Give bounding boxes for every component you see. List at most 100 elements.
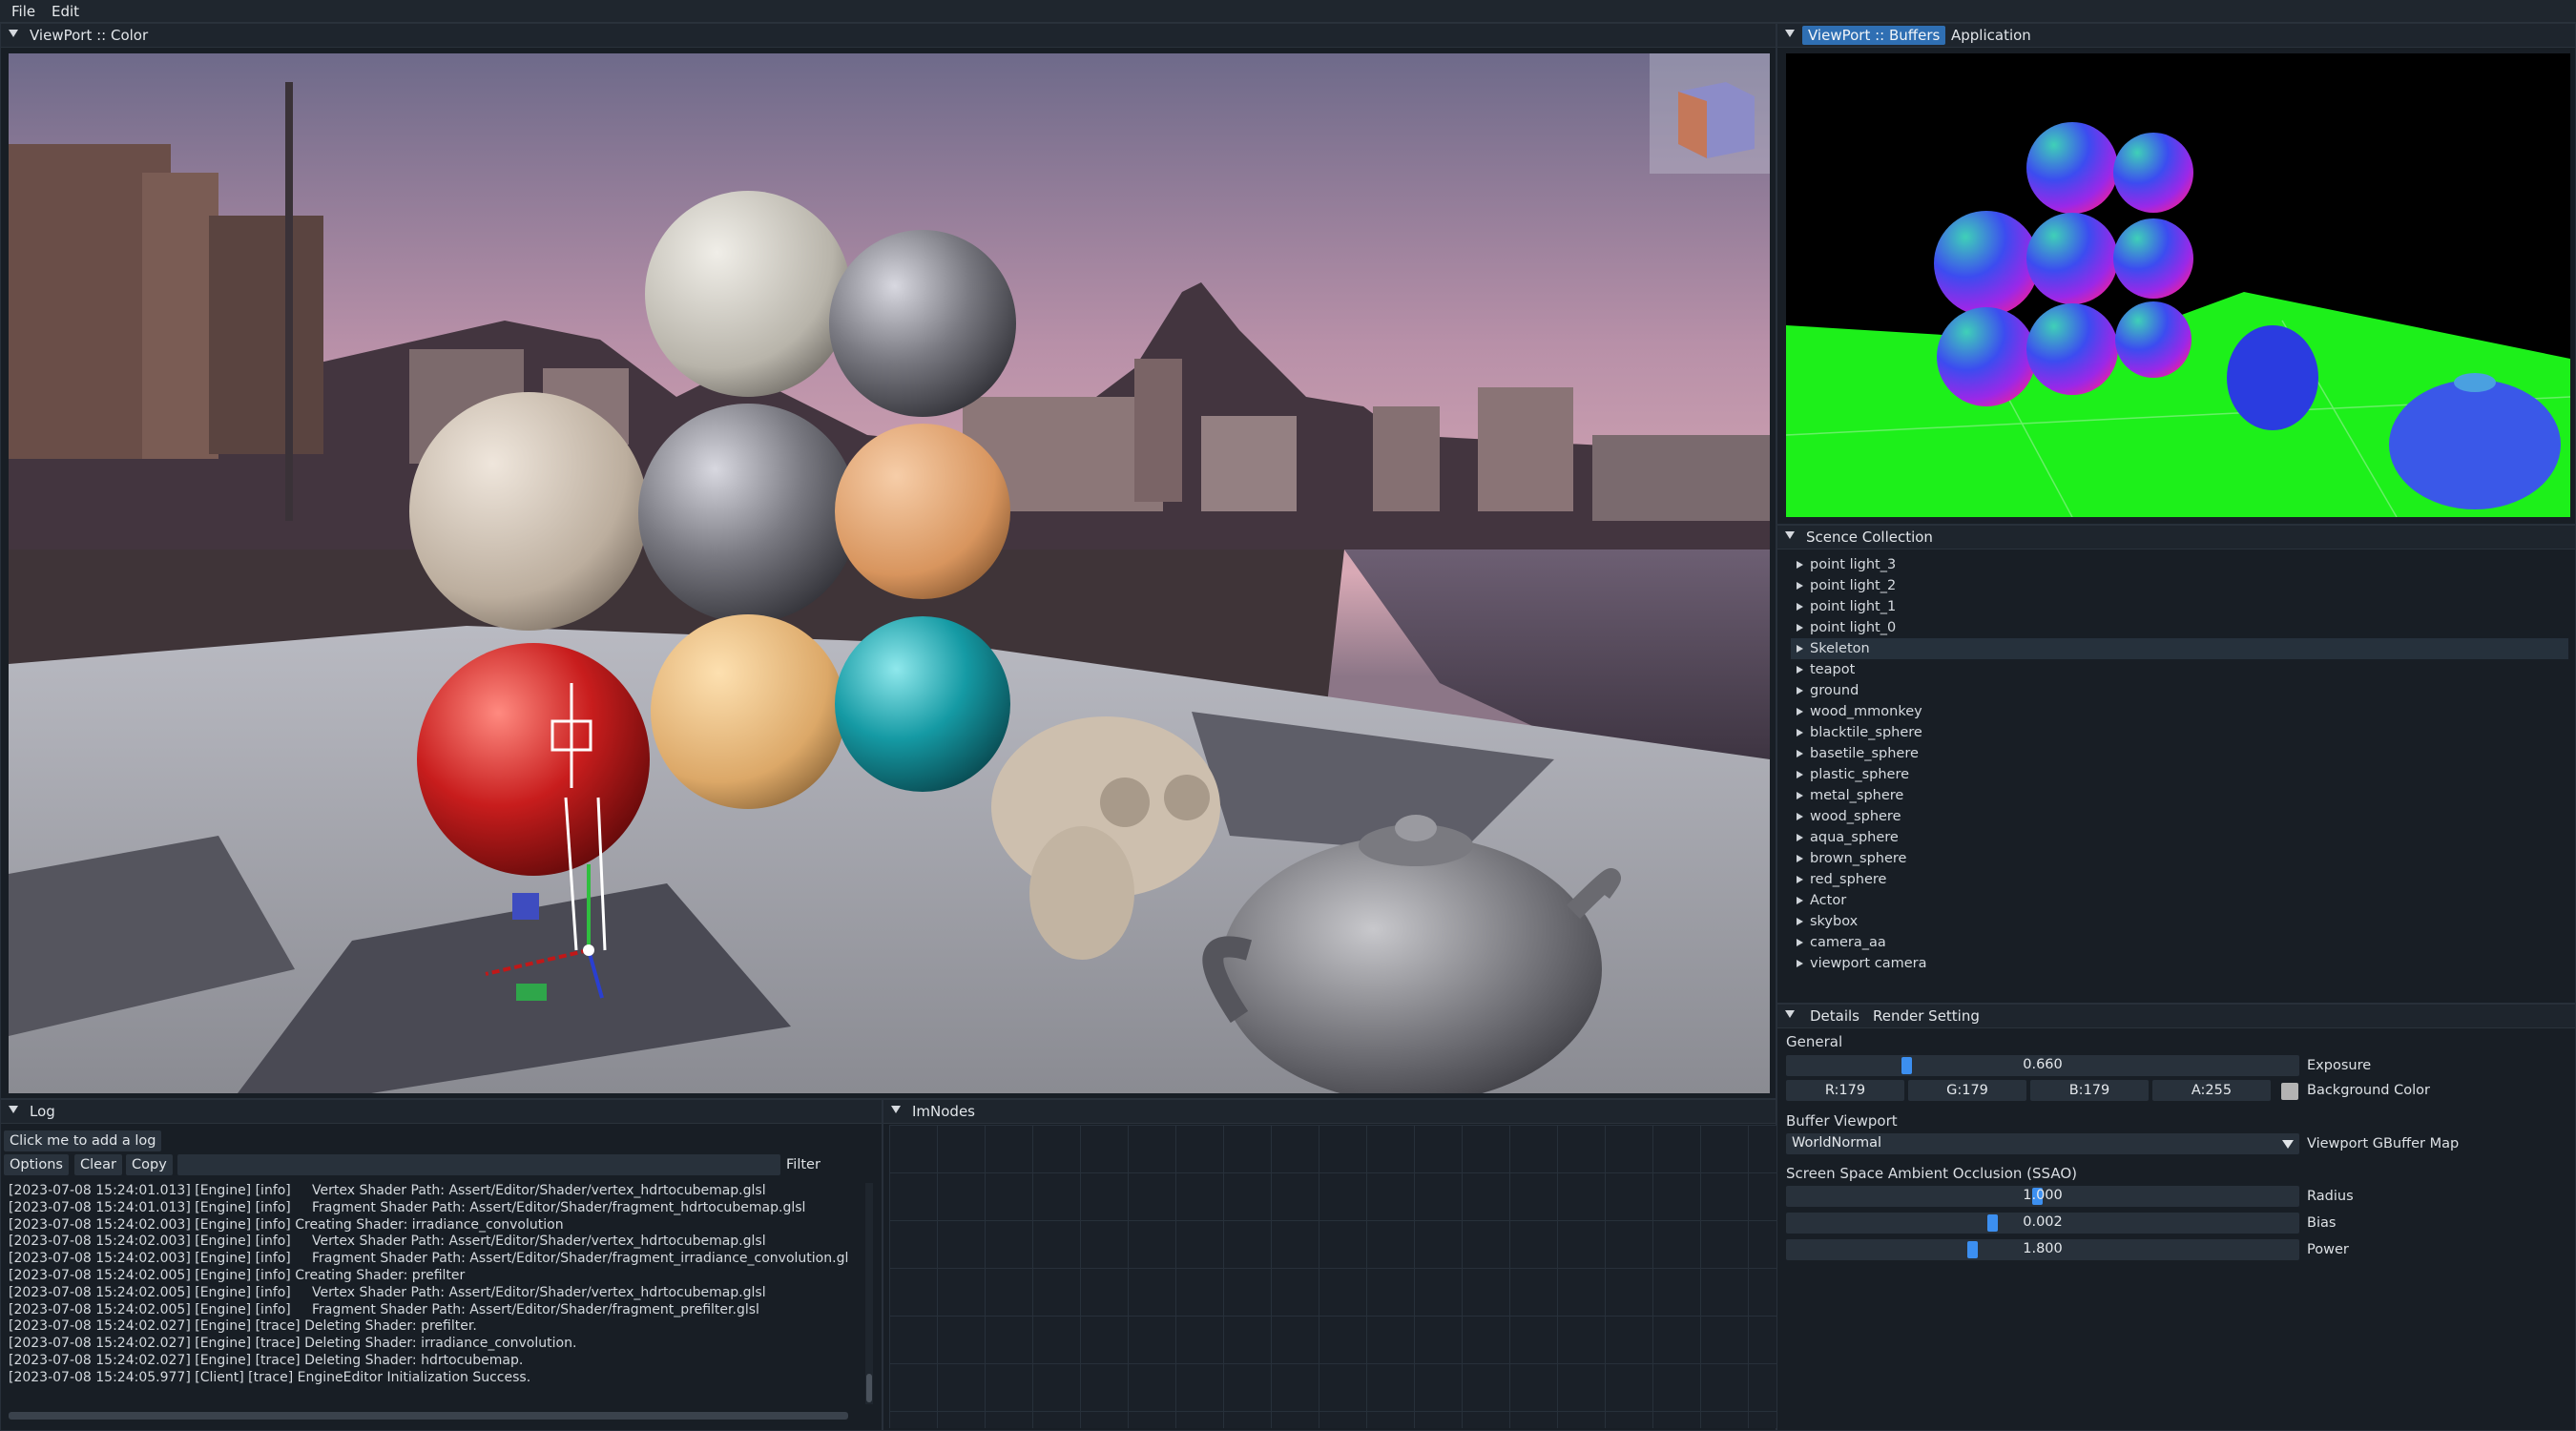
log-vertical-scroll-thumb[interactable] <box>866 1374 872 1402</box>
expand-arrow-icon[interactable] <box>1797 687 1803 695</box>
tree-item[interactable]: Skeleton <box>1791 638 2568 659</box>
node-editor-canvas[interactable] <box>889 1125 1776 1428</box>
expand-arrow-icon[interactable] <box>1797 603 1803 611</box>
tree-item[interactable]: wood_mmonkey <box>1791 701 2568 722</box>
bg-color-a[interactable]: A:255 <box>2152 1080 2271 1101</box>
power-slider[interactable]: 1.800 <box>1786 1239 2299 1260</box>
expand-arrow-icon[interactable] <box>1797 792 1803 799</box>
tab-render-setting[interactable]: Render Setting <box>1867 1006 1985 1026</box>
expand-arrow-icon[interactable] <box>1797 729 1803 736</box>
expand-arrow-icon[interactable] <box>1797 645 1803 653</box>
metal-sphere-top[interactable] <box>829 230 1016 417</box>
expand-arrow-icon[interactable] <box>1797 960 1803 967</box>
clear-button[interactable]: Clear <box>74 1154 122 1175</box>
radius-slider[interactable]: 1.000 <box>1786 1186 2299 1207</box>
tree-item[interactable]: camera_aa <box>1791 932 2568 953</box>
aqua-sphere[interactable] <box>835 616 1010 792</box>
log-line: [2023-07-08 15:24:02.003] [Engine] [info… <box>9 1216 564 1233</box>
tree-item-label: point light_2 <box>1810 578 1897 593</box>
viewport-color-title: ViewPort :: Color <box>30 27 149 44</box>
bias-slider[interactable]: 0.002 <box>1786 1213 2299 1234</box>
log-line: [2023-07-08 15:24:02.027] [Engine] [trac… <box>9 1318 477 1335</box>
exposure-value: 0.660 <box>2023 1057 2063 1072</box>
tree-item-label: wood_sphere <box>1810 809 1901 824</box>
viewport-color-render[interactable] <box>9 53 1770 1093</box>
log-horizontal-scrollbar[interactable] <box>9 1412 848 1420</box>
collapse-arrow-icon[interactable] <box>1785 531 1795 539</box>
log-line: [2023-07-08 15:24:02.003] [Engine] [info… <box>9 1251 849 1267</box>
tree-item[interactable]: point light_3 <box>1791 554 2568 575</box>
menu-edit[interactable]: Edit <box>52 3 79 20</box>
tree-item[interactable]: skybox <box>1791 911 2568 932</box>
expand-arrow-icon[interactable] <box>1797 561 1803 569</box>
tab-viewport-buffers[interactable]: ViewPort :: Buffers <box>1802 26 1946 45</box>
expand-arrow-icon[interactable] <box>1797 939 1803 946</box>
expand-arrow-icon[interactable] <box>1797 897 1803 904</box>
expand-arrow-icon[interactable] <box>1797 834 1803 841</box>
tree-item-label: skybox <box>1810 914 1859 929</box>
log-line: [2023-07-08 15:24:02.005] [Engine] [info… <box>9 1301 759 1317</box>
metal-sphere[interactable] <box>638 404 858 623</box>
expand-arrow-icon[interactable] <box>1797 582 1803 590</box>
tree-item[interactable]: aqua_sphere <box>1791 827 2568 848</box>
expand-arrow-icon[interactable] <box>1797 750 1803 757</box>
tree-item[interactable]: brown_sphere <box>1791 848 2568 869</box>
tree-item[interactable]: viewport camera <box>1791 953 2568 974</box>
collapse-arrow-icon[interactable] <box>1785 30 1795 37</box>
viewport-buffers-render[interactable] <box>1786 53 2570 517</box>
bg-color-r[interactable]: R:179 <box>1786 1080 1904 1101</box>
tab-details[interactable]: Details <box>1804 1006 1865 1026</box>
collapse-arrow-icon[interactable] <box>9 1106 18 1113</box>
collapse-arrow-icon[interactable] <box>9 30 18 37</box>
tree-item[interactable]: ground <box>1791 680 2568 701</box>
options-button[interactable]: Options <box>4 1154 69 1175</box>
bias-value: 0.002 <box>2023 1214 2063 1230</box>
filter-input[interactable] <box>177 1154 780 1175</box>
bg-color-b[interactable]: B:179 <box>2030 1080 2149 1101</box>
expand-arrow-icon[interactable] <box>1797 876 1803 883</box>
expand-arrow-icon[interactable] <box>1797 771 1803 778</box>
expand-arrow-icon[interactable] <box>1797 918 1803 925</box>
expand-arrow-icon[interactable] <box>1797 708 1803 716</box>
red-sphere[interactable] <box>417 643 650 876</box>
tree-item[interactable]: red_sphere <box>1791 869 2568 890</box>
collapse-arrow-icon[interactable] <box>891 1106 901 1113</box>
chevron-down-icon[interactable] <box>2282 1140 2294 1149</box>
tree-item[interactable]: point light_1 <box>1791 596 2568 617</box>
scene-collection-title: Scence Collection <box>1806 529 1933 546</box>
tree-item[interactable]: point light_0 <box>1791 617 2568 638</box>
teapot-model[interactable] <box>1220 836 1602 1093</box>
exposure-slider[interactable]: 0.660 <box>1786 1055 2299 1076</box>
expand-arrow-icon[interactable] <box>1797 624 1803 632</box>
tree-item-label: point light_1 <box>1810 599 1897 614</box>
brown-sphere[interactable] <box>651 614 845 809</box>
log-vertical-scrollbar[interactable] <box>865 1183 873 1404</box>
tree-item[interactable]: metal_sphere <box>1791 785 2568 806</box>
tree-item-label: point light_3 <box>1810 557 1897 572</box>
collapse-arrow-icon[interactable] <box>1785 1010 1795 1018</box>
bg-color-swatch[interactable] <box>2281 1083 2298 1100</box>
log-line: [2023-07-08 15:24:01.013] [Engine] [info… <box>9 1199 806 1215</box>
blacktile-sphere[interactable] <box>645 191 851 397</box>
menu-file[interactable]: File <box>11 3 35 20</box>
tree-item[interactable]: point light_2 <box>1791 575 2568 596</box>
tab-application[interactable]: Application <box>1945 26 2037 45</box>
gbuffer-combo[interactable]: WorldNormal <box>1786 1133 2299 1154</box>
wood-sphere[interactable] <box>409 392 648 631</box>
tree-item[interactable]: Actor <box>1791 890 2568 911</box>
copy-button[interactable]: Copy <box>126 1154 173 1175</box>
tree-item-label: aqua_sphere <box>1810 830 1899 845</box>
expand-arrow-icon[interactable] <box>1797 813 1803 820</box>
tree-item[interactable]: teapot <box>1791 659 2568 680</box>
scene-titlebar: Scence Collection <box>1777 526 2575 550</box>
expand-arrow-icon[interactable] <box>1797 855 1803 862</box>
tree-item[interactable]: plastic_sphere <box>1791 764 2568 785</box>
tree-item[interactable]: basetile_sphere <box>1791 743 2568 764</box>
add-log-button[interactable]: Click me to add a log <box>4 1130 162 1151</box>
expand-arrow-icon[interactable] <box>1797 666 1803 674</box>
tree-item[interactable]: wood_sphere <box>1791 806 2568 827</box>
bg-color-g[interactable]: G:179 <box>1908 1080 2026 1101</box>
tree-item[interactable]: blacktile_sphere <box>1791 722 2568 743</box>
plastic-sphere[interactable] <box>835 424 1010 599</box>
viewport-color-titlebar: ViewPort :: Color <box>1 24 1776 48</box>
